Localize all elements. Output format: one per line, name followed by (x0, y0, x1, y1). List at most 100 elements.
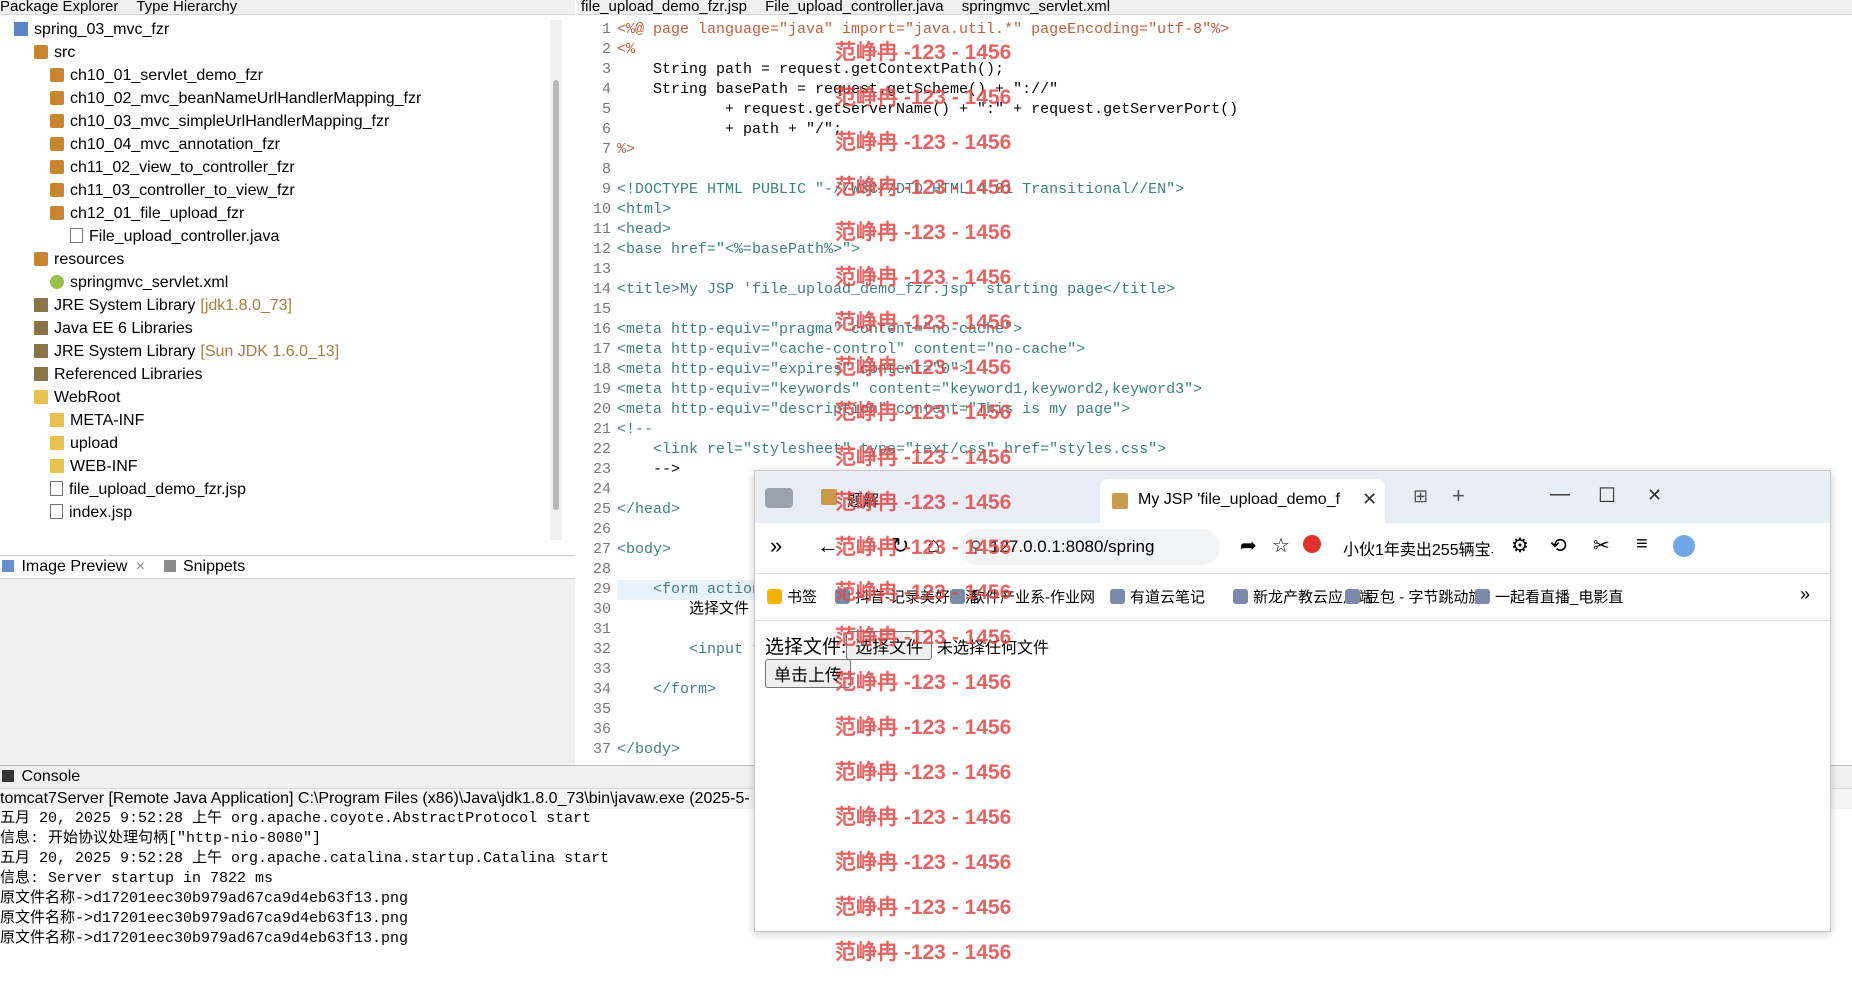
tree-item[interactable]: file_upload_demo_fzr.jsp (50, 478, 246, 501)
bookmark-item[interactable]: 有道云笔记 (1110, 586, 1205, 607)
tree-item[interactable]: ch10_02_mvc_beanNameUrlHandlerMapping_fz… (50, 87, 421, 110)
history-icon[interactable]: ⟲ (1550, 533, 1567, 558)
tab-package-explorer[interactable]: Package Explorer (0, 0, 118, 14)
line-number: 14 (592, 281, 611, 298)
share-icon[interactable]: ➦ (1240, 533, 1257, 558)
tree-item[interactable]: JRE System Library [Sun JDK 1.6.0_13] (34, 340, 339, 363)
tree-item[interactable]: upload (50, 432, 118, 455)
extension-icon[interactable]: ⚙ (1511, 533, 1529, 558)
tree-item-label: Java EE 6 Libraries (54, 320, 193, 337)
tree-item[interactable]: Java EE 6 Libraries (34, 317, 193, 340)
watermark-text: 范峥冉 -123 - 1456 (835, 806, 1012, 829)
tree-item[interactable]: src (34, 41, 75, 64)
lib-icon (34, 298, 48, 312)
tree-item-label: resources (54, 251, 125, 268)
tree-item[interactable]: ch12_01_file_upload_fzr (50, 202, 244, 225)
watermark-text: 范峥冉 -123 - 1456 (835, 86, 1012, 109)
tree-item[interactable]: springmvc_servlet.xml (50, 271, 228, 294)
line-number: 1 (601, 21, 611, 38)
screenshot-icon[interactable]: ✂ (1593, 533, 1610, 558)
sidebar-toggle-icon[interactable] (765, 488, 793, 508)
tree-item[interactable]: ch11_03_controller_to_view_fzr (50, 179, 295, 202)
tree-item[interactable]: ch10_04_mvc_annotation_fzr (50, 133, 280, 156)
watermark-text: 范峥冉 -123 - 1456 (835, 896, 1012, 919)
file-icon (70, 228, 83, 243)
tab-close-icon[interactable]: ✕ (1362, 489, 1377, 510)
tree-item[interactable]: ch10_01_servlet_demo_fzr (50, 64, 263, 87)
tree-item[interactable]: ch11_02_view_to_controller_fzr (50, 156, 295, 179)
search-engine-icon[interactable] (1303, 535, 1321, 553)
tree-item[interactable]: META-INF (50, 409, 144, 432)
bookmark-favicon-icon (1475, 589, 1490, 604)
tab-file-upload-controller[interactable]: File_upload_controller.java (765, 0, 943, 14)
bookmarks-more-icon[interactable]: » (1800, 584, 1810, 605)
tree-item[interactable]: JRE System Library [jdk1.8.0_73] (34, 294, 292, 317)
bookmark-label: 书签 (787, 589, 818, 606)
folder-icon (50, 436, 64, 450)
tree-item-extra: [Sun JDK 1.6.0_13] (200, 343, 340, 360)
xml-icon (50, 275, 64, 289)
tab-springmvc-servlet-xml[interactable]: springmvc_servlet.xml (962, 0, 1110, 14)
package-explorer-panel: Package Explorer Type Hierarchy spring_0… (0, 0, 575, 540)
tab-type-hierarchy[interactable]: Type Hierarchy (136, 0, 237, 14)
tree-item-label: upload (70, 435, 119, 452)
favorite-star-icon[interactable]: ☆ (1272, 533, 1290, 558)
watermark-text: 范峥冉 -123 - 1456 (835, 626, 1012, 649)
star-icon (767, 589, 782, 604)
snippets-icon (163, 560, 176, 572)
tab-grid-icon[interactable]: ⊞ (1413, 486, 1428, 507)
bookmark-item[interactable]: 书签 (767, 586, 817, 607)
tree-item-label: JRE System Library (54, 343, 196, 360)
close-icon[interactable]: × (136, 558, 145, 575)
line-number: 5 (601, 101, 611, 118)
tree-item-label: index.jsp (69, 504, 133, 521)
tree-item[interactable]: index.jsp (50, 501, 132, 524)
minimize-icon[interactable]: — (1550, 483, 1570, 506)
tree-item-label: ch10_03_mvc_simpleUrlHandlerMapping_fzr (70, 113, 390, 130)
tree-scroll-thumb[interactable] (553, 80, 559, 510)
tree-item[interactable]: ch10_03_mvc_simpleUrlHandlerMapping_fzr (50, 110, 389, 133)
tree-item-label: ch11_03_controller_to_view_fzr (70, 182, 295, 199)
tree-item[interactable]: WebRoot (34, 386, 120, 409)
maximize-icon[interactable]: ☐ (1598, 483, 1616, 508)
watermark-text: 范峥冉 -123 - 1456 (835, 401, 1012, 424)
console-icon (2, 770, 14, 782)
menu-icon[interactable]: ≡ (1636, 533, 1648, 556)
line-number: 8 (601, 161, 611, 178)
line-number: 26 (592, 521, 611, 538)
watermark-text: 范峥冉 -123 - 1456 (835, 671, 1012, 694)
tree-scrollbar[interactable] (550, 20, 562, 540)
line-number: 29 (592, 581, 611, 598)
file-icon (50, 481, 63, 496)
bookmark-item[interactable]: 一起看直播_电影直 (1475, 586, 1623, 607)
avatar[interactable] (1673, 535, 1695, 557)
tree-item[interactable]: Referenced Libraries (34, 363, 203, 386)
new-tab-icon[interactable]: + (1452, 483, 1465, 509)
line-number: 24 (592, 481, 611, 498)
watermark-text: 范峥冉 -123 - 1456 (835, 761, 1012, 784)
line-number: 21 (592, 421, 611, 438)
tree-item[interactable]: spring_03_mvc_fzr (14, 18, 169, 41)
lib-icon (34, 367, 48, 381)
tab-image-preview[interactable]: Image Preview (21, 558, 127, 575)
browser-tab-active[interactable]: My JSP 'file_upload_demo_f ✕ (1100, 479, 1385, 523)
tree-item[interactable]: resources (34, 248, 124, 271)
tree-item-label: META-INF (70, 412, 145, 429)
tab-file-upload-demo-jsp[interactable]: file_upload_demo_fzr.jsp (581, 0, 747, 14)
watermark-text: 范峥冉 -123 - 1456 (835, 851, 1012, 874)
tree-item[interactable]: WEB-INF (50, 455, 138, 478)
line-number: 13 (592, 261, 611, 278)
tab-console[interactable]: Console (21, 768, 80, 785)
window-close-icon[interactable]: ✕ (1647, 485, 1662, 506)
line-number: 28 (592, 561, 611, 578)
tab-favicon-icon (1112, 493, 1128, 509)
expand-icon[interactable]: » (770, 533, 782, 559)
line-number: 3 (601, 61, 611, 78)
watermark-text: 范峥冉 -123 - 1456 (835, 536, 1012, 559)
tree-item[interactable]: File_upload_controller.java (70, 225, 279, 248)
line-number: 22 (592, 441, 611, 458)
tab-snippets[interactable]: Snippets (183, 558, 245, 575)
line-number: 36 (592, 721, 611, 738)
search-suggestion[interactable]: 小伙1年卖出255辆宝马 (1343, 536, 1493, 560)
bookmark-item[interactable]: 豆包 - 字节跳动旗 (1345, 586, 1483, 607)
